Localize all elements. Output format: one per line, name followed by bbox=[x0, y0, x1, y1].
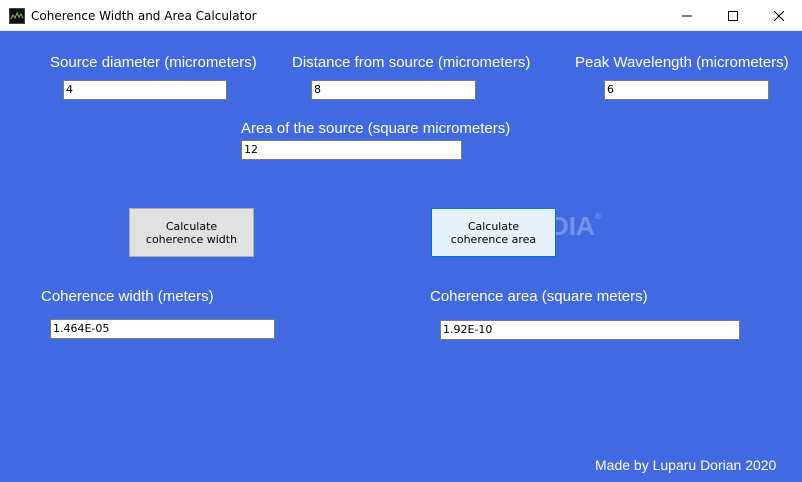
minimize-icon bbox=[682, 11, 692, 21]
calculate-area-button[interactable]: Calculate coherence area bbox=[431, 208, 556, 257]
close-button[interactable] bbox=[756, 0, 802, 31]
wavelength-label: Peak Wavelength (micrometers) bbox=[575, 54, 789, 71]
maximize-icon bbox=[728, 10, 738, 21]
area-source-field[interactable]: 12 bbox=[241, 140, 462, 160]
distance-field[interactable]: 8 bbox=[311, 80, 476, 100]
area-source-label: Area of the source (square micrometers) bbox=[241, 120, 511, 137]
app-window: Coherence Width and Area Calculator Sour… bbox=[0, 0, 802, 482]
coherence-width-label: Coherence width (meters) bbox=[41, 288, 214, 305]
calculate-width-button[interactable]: Calculate coherence width bbox=[129, 208, 254, 257]
title-bar[interactable]: Coherence Width and Area Calculator bbox=[0, 0, 802, 31]
source-diameter-label: Source diameter (micrometers) bbox=[50, 54, 257, 71]
maximize-button[interactable] bbox=[710, 0, 756, 31]
app-icon bbox=[9, 8, 25, 24]
coherence-area-label: Coherence area (square meters) bbox=[430, 288, 648, 305]
coherence-area-field[interactable]: 1.92E-10 bbox=[440, 320, 740, 340]
distance-label: Distance from source (micrometers) bbox=[292, 54, 531, 71]
source-diameter-field[interactable]: 4 bbox=[63, 80, 227, 100]
close-icon bbox=[774, 10, 784, 21]
coherence-width-field[interactable]: 1.464E-05 bbox=[50, 319, 275, 339]
minimize-button[interactable] bbox=[664, 0, 710, 31]
author-credit: Made by Luparu Dorian 2020 bbox=[595, 457, 777, 473]
wavelength-field[interactable]: 6 bbox=[604, 80, 769, 100]
window-title: Coherence Width and Area Calculator bbox=[31, 9, 257, 23]
